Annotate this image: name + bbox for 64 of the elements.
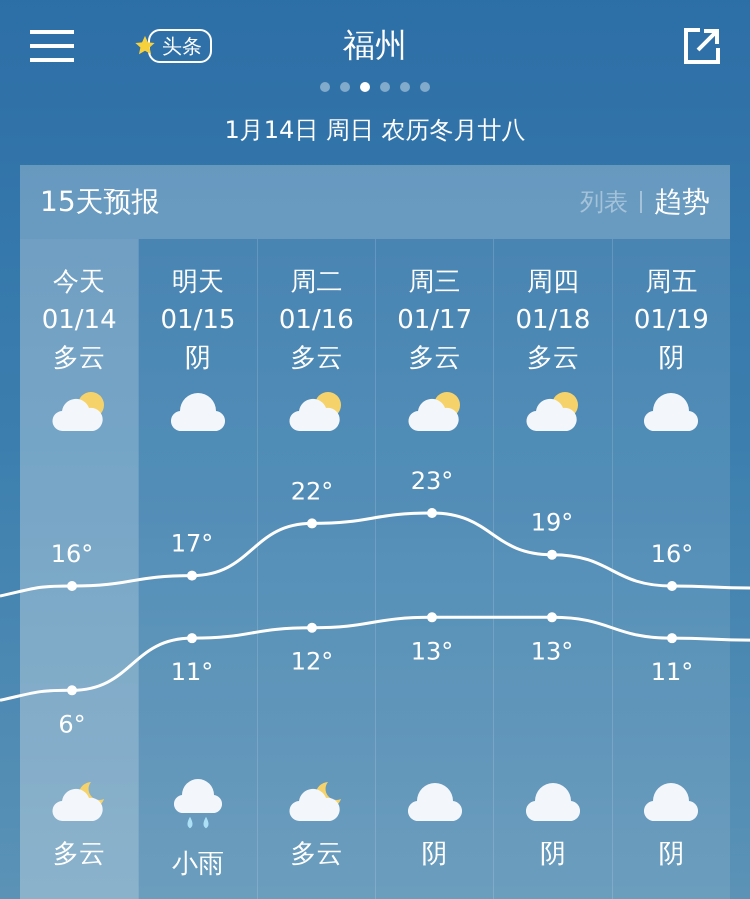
night-condition: 多云 xyxy=(290,838,342,871)
share-icon[interactable] xyxy=(684,28,720,64)
headlines-badge[interactable]: 头条 xyxy=(148,29,212,63)
day-condition: 阴 xyxy=(658,342,684,375)
day-condition: 阴 xyxy=(184,342,211,375)
page-dot[interactable] xyxy=(340,82,350,92)
day-condition: 多云 xyxy=(290,342,342,375)
day-date: 01/16 xyxy=(278,304,354,337)
day-name: 周四 xyxy=(526,266,579,299)
page-dot[interactable] xyxy=(360,82,370,92)
temperature-point xyxy=(667,633,677,644)
temperature-label: 11° xyxy=(650,658,694,686)
temperature-point xyxy=(67,581,77,591)
day-name: 周二 xyxy=(290,266,342,299)
day-date: 01/15 xyxy=(160,304,236,337)
star-icon xyxy=(134,35,156,57)
temperature-label: 19° xyxy=(530,508,574,537)
temperature-label: 13° xyxy=(530,637,574,666)
page-dot[interactable] xyxy=(380,82,390,92)
day-condition: 多云 xyxy=(526,342,579,375)
page-dot[interactable] xyxy=(320,82,330,92)
forecast-title: 15天预报 xyxy=(40,184,160,220)
temperature-label: 16° xyxy=(50,540,94,568)
temperature-point xyxy=(307,622,317,633)
day-condition: 多云 xyxy=(408,342,461,375)
day-date: 01/17 xyxy=(397,304,472,337)
temperature-point xyxy=(427,612,437,622)
day-date: 01/18 xyxy=(516,304,590,337)
page-dot[interactable] xyxy=(420,82,430,92)
temperature-point xyxy=(187,633,197,644)
day-name: 周五 xyxy=(645,266,698,299)
temperature-label: 16° xyxy=(650,540,694,568)
date-text: 1月14日 周日 农历冬月廿八 xyxy=(223,115,527,146)
temperature-point xyxy=(667,581,677,591)
city-title: 福州 xyxy=(343,25,407,66)
temperature-point xyxy=(187,570,197,581)
day-name: 明天 xyxy=(172,266,224,299)
day-date: 01/19 xyxy=(634,304,709,337)
day-condition: 多云 xyxy=(53,342,106,375)
day-name: 今天 xyxy=(53,266,106,299)
temperature-label: 13° xyxy=(410,637,454,666)
temperature-point xyxy=(307,518,317,528)
temperature-label: 12° xyxy=(290,648,334,676)
sun-cloud-icon xyxy=(524,389,581,433)
temperature-point xyxy=(547,550,557,560)
temperature-label: 11° xyxy=(170,658,214,686)
night-condition: 阴 xyxy=(658,838,684,871)
temperature-label: 6° xyxy=(58,710,86,738)
temperature-point xyxy=(427,508,437,518)
temperature-label: 17° xyxy=(170,530,214,558)
night-condition: 多云 xyxy=(53,838,106,871)
view-tab[interactable]: 趋势 xyxy=(654,183,710,221)
temperature-label: 23° xyxy=(410,467,454,495)
temperature-label: 22° xyxy=(290,477,334,506)
night-condition: 小雨 xyxy=(172,848,224,881)
temperature-point xyxy=(67,685,77,696)
menu-icon[interactable] xyxy=(30,30,74,62)
temperature-point xyxy=(547,612,557,622)
day-name: 周三 xyxy=(408,266,461,299)
day-date: 01/14 xyxy=(42,304,117,337)
night-condition: 阴 xyxy=(540,838,566,871)
night-condition: 阴 xyxy=(422,838,448,871)
page-dot[interactable] xyxy=(400,82,410,92)
sun-cloud-icon xyxy=(406,389,463,433)
